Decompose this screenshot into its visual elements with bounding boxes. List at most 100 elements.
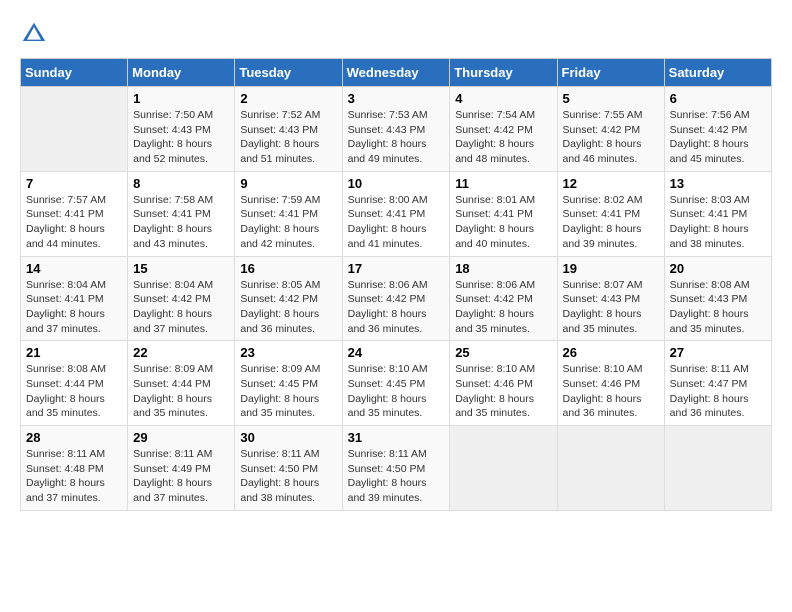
calendar-cell: 18 Sunrise: 8:06 AMSunset: 4:42 PMDayligh… (450, 256, 557, 341)
day-info: Sunrise: 8:09 AMSunset: 4:44 PMDaylight:… (133, 362, 229, 421)
logo-icon (20, 20, 48, 48)
calendar-cell: 30Sunrise: 8:11 AMSunset: 4:50 PMDayligh… (235, 426, 342, 511)
calendar-cell (664, 426, 771, 511)
day-number: 20 (670, 261, 766, 276)
day-info: Sunrise: 8:05 AMSunset: 4:42 PMDaylight:… (240, 278, 336, 337)
day-number: 29 (133, 430, 229, 445)
calendar-cell: 14 Sunrise: 8:04 AMSunset: 4:41 PMDayligh… (21, 256, 128, 341)
day-info: Sunrise: 7:56 AMSunset: 4:42 PMDaylight:… (670, 108, 766, 167)
calendar-cell: 11 Sunrise: 8:01 AMSunset: 4:41 PMDayligh… (450, 171, 557, 256)
calendar-cell: 24Sunrise: 8:10 AMSunset: 4:45 PMDayligh… (342, 341, 450, 426)
day-number: 10 (348, 176, 445, 191)
day-info: Sunrise: 8:09 AMSunset: 4:45 PMDaylight:… (240, 362, 336, 421)
logo (20, 20, 52, 48)
day-number: 23 (240, 345, 336, 360)
day-info: Sunrise: 8:10 AMSunset: 4:46 PMDaylight:… (563, 362, 659, 421)
day-number: 6 (670, 91, 766, 106)
day-info: Sunrise: 8:10 AMSunset: 4:46 PMDaylight:… (455, 362, 551, 421)
weekday-header-tuesday: Tuesday (235, 59, 342, 87)
calendar-week-row: 7 Sunrise: 7:57 AMSunset: 4:41 PMDaylight… (21, 171, 772, 256)
weekday-header-wednesday: Wednesday (342, 59, 450, 87)
day-number: 1 (133, 91, 229, 106)
calendar-cell: 15 Sunrise: 8:04 AMSunset: 4:42 PMDayligh… (128, 256, 235, 341)
day-number: 18 (455, 261, 551, 276)
day-number: 22 (133, 345, 229, 360)
day-info: Sunrise: 8:11 AMSunset: 4:50 PMDaylight:… (348, 447, 445, 506)
day-number: 4 (455, 91, 551, 106)
weekday-header-saturday: Saturday (664, 59, 771, 87)
calendar-cell: 6 Sunrise: 7:56 AMSunset: 4:42 PMDaylight… (664, 87, 771, 172)
day-number: 14 (26, 261, 122, 276)
day-number: 7 (26, 176, 122, 191)
day-info: Sunrise: 8:06 AMSunset: 4:42 PMDaylight:… (455, 278, 551, 337)
weekday-header-row: SundayMondayTuesdayWednesdayThursdayFrid… (21, 59, 772, 87)
calendar-cell: 8 Sunrise: 7:58 AMSunset: 4:41 PMDaylight… (128, 171, 235, 256)
day-info: Sunrise: 7:53 AMSunset: 4:43 PMDaylight:… (348, 108, 445, 167)
day-info: Sunrise: 7:57 AMSunset: 4:41 PMDaylight:… (26, 193, 122, 252)
day-info: Sunrise: 7:52 AMSunset: 4:43 PMDaylight:… (240, 108, 336, 167)
day-number: 16 (240, 261, 336, 276)
calendar-cell: 17 Sunrise: 8:06 AMSunset: 4:42 PMDayligh… (342, 256, 450, 341)
calendar-week-row: 14 Sunrise: 8:04 AMSunset: 4:41 PMDayligh… (21, 256, 772, 341)
day-number: 31 (348, 430, 445, 445)
calendar-cell: 22 Sunrise: 8:09 AMSunset: 4:44 PMDayligh… (128, 341, 235, 426)
day-info: Sunrise: 8:04 AMSunset: 4:42 PMDaylight:… (133, 278, 229, 337)
day-info: Sunrise: 8:11 AMSunset: 4:49 PMDaylight:… (133, 447, 229, 506)
calendar-table: SundayMondayTuesdayWednesdayThursdayFrid… (20, 58, 772, 511)
calendar-cell: 23 Sunrise: 8:09 AMSunset: 4:45 PMDayligh… (235, 341, 342, 426)
day-number: 3 (348, 91, 445, 106)
calendar-cell: 27 Sunrise: 8:11 AMSunset: 4:47 PMDayligh… (664, 341, 771, 426)
day-info: Sunrise: 8:01 AMSunset: 4:41 PMDaylight:… (455, 193, 551, 252)
day-number: 15 (133, 261, 229, 276)
day-number: 5 (563, 91, 659, 106)
day-number: 13 (670, 176, 766, 191)
day-info: Sunrise: 7:54 AMSunset: 4:42 PMDaylight:… (455, 108, 551, 167)
calendar-cell: 26Sunrise: 8:10 AMSunset: 4:46 PMDayligh… (557, 341, 664, 426)
day-info: Sunrise: 8:08 AMSunset: 4:44 PMDaylight:… (26, 362, 122, 421)
day-number: 11 (455, 176, 551, 191)
calendar-cell (557, 426, 664, 511)
day-number: 9 (240, 176, 336, 191)
calendar-cell: 5Sunrise: 7:55 AMSunset: 4:42 PMDaylight… (557, 87, 664, 172)
calendar-week-row: 1 Sunrise: 7:50 AMSunset: 4:43 PMDaylight… (21, 87, 772, 172)
day-info: Sunrise: 8:02 AMSunset: 4:41 PMDaylight:… (563, 193, 659, 252)
calendar-cell: 16 Sunrise: 8:05 AMSunset: 4:42 PMDayligh… (235, 256, 342, 341)
calendar-cell: 9Sunrise: 7:59 AMSunset: 4:41 PMDaylight… (235, 171, 342, 256)
day-info: Sunrise: 8:04 AMSunset: 4:41 PMDaylight:… (26, 278, 122, 337)
calendar-week-row: 28 Sunrise: 8:11 AMSunset: 4:48 PMDayligh… (21, 426, 772, 511)
day-number: 17 (348, 261, 445, 276)
day-number: 2 (240, 91, 336, 106)
day-info: Sunrise: 8:03 AMSunset: 4:41 PMDaylight:… (670, 193, 766, 252)
day-info: Sunrise: 8:10 AMSunset: 4:45 PMDaylight:… (348, 362, 445, 421)
day-number: 8 (133, 176, 229, 191)
calendar-cell: 1 Sunrise: 7:50 AMSunset: 4:43 PMDaylight… (128, 87, 235, 172)
day-number: 28 (26, 430, 122, 445)
day-info: Sunrise: 8:06 AMSunset: 4:42 PMDaylight:… (348, 278, 445, 337)
calendar-cell: 7 Sunrise: 7:57 AMSunset: 4:41 PMDaylight… (21, 171, 128, 256)
day-info: Sunrise: 7:50 AMSunset: 4:43 PMDaylight:… (133, 108, 229, 167)
day-number: 25 (455, 345, 551, 360)
header (20, 20, 772, 48)
weekday-header-monday: Monday (128, 59, 235, 87)
calendar-cell: 21 Sunrise: 8:08 AMSunset: 4:44 PMDayligh… (21, 341, 128, 426)
calendar-cell: 28 Sunrise: 8:11 AMSunset: 4:48 PMDayligh… (21, 426, 128, 511)
calendar-cell: 20 Sunrise: 8:08 AMSunset: 4:43 PMDayligh… (664, 256, 771, 341)
day-info: Sunrise: 7:58 AMSunset: 4:41 PMDaylight:… (133, 193, 229, 252)
calendar-cell: 12 Sunrise: 8:02 AMSunset: 4:41 PMDayligh… (557, 171, 664, 256)
day-number: 21 (26, 345, 122, 360)
calendar-week-row: 21 Sunrise: 8:08 AMSunset: 4:44 PMDayligh… (21, 341, 772, 426)
day-info: Sunrise: 8:11 AMSunset: 4:47 PMDaylight:… (670, 362, 766, 421)
day-number: 30 (240, 430, 336, 445)
day-number: 12 (563, 176, 659, 191)
calendar-cell (21, 87, 128, 172)
calendar-cell: 4 Sunrise: 7:54 AMSunset: 4:42 PMDaylight… (450, 87, 557, 172)
day-info: Sunrise: 8:11 AMSunset: 4:48 PMDaylight:… (26, 447, 122, 506)
calendar-cell: 19Sunrise: 8:07 AMSunset: 4:43 PMDayligh… (557, 256, 664, 341)
day-info: Sunrise: 8:07 AMSunset: 4:43 PMDaylight:… (563, 278, 659, 337)
day-number: 27 (670, 345, 766, 360)
weekday-header-sunday: Sunday (21, 59, 128, 87)
day-info: Sunrise: 8:08 AMSunset: 4:43 PMDaylight:… (670, 278, 766, 337)
weekday-header-friday: Friday (557, 59, 664, 87)
calendar-cell: 29 Sunrise: 8:11 AMSunset: 4:49 PMDayligh… (128, 426, 235, 511)
calendar-cell: 10Sunrise: 8:00 AMSunset: 4:41 PMDayligh… (342, 171, 450, 256)
